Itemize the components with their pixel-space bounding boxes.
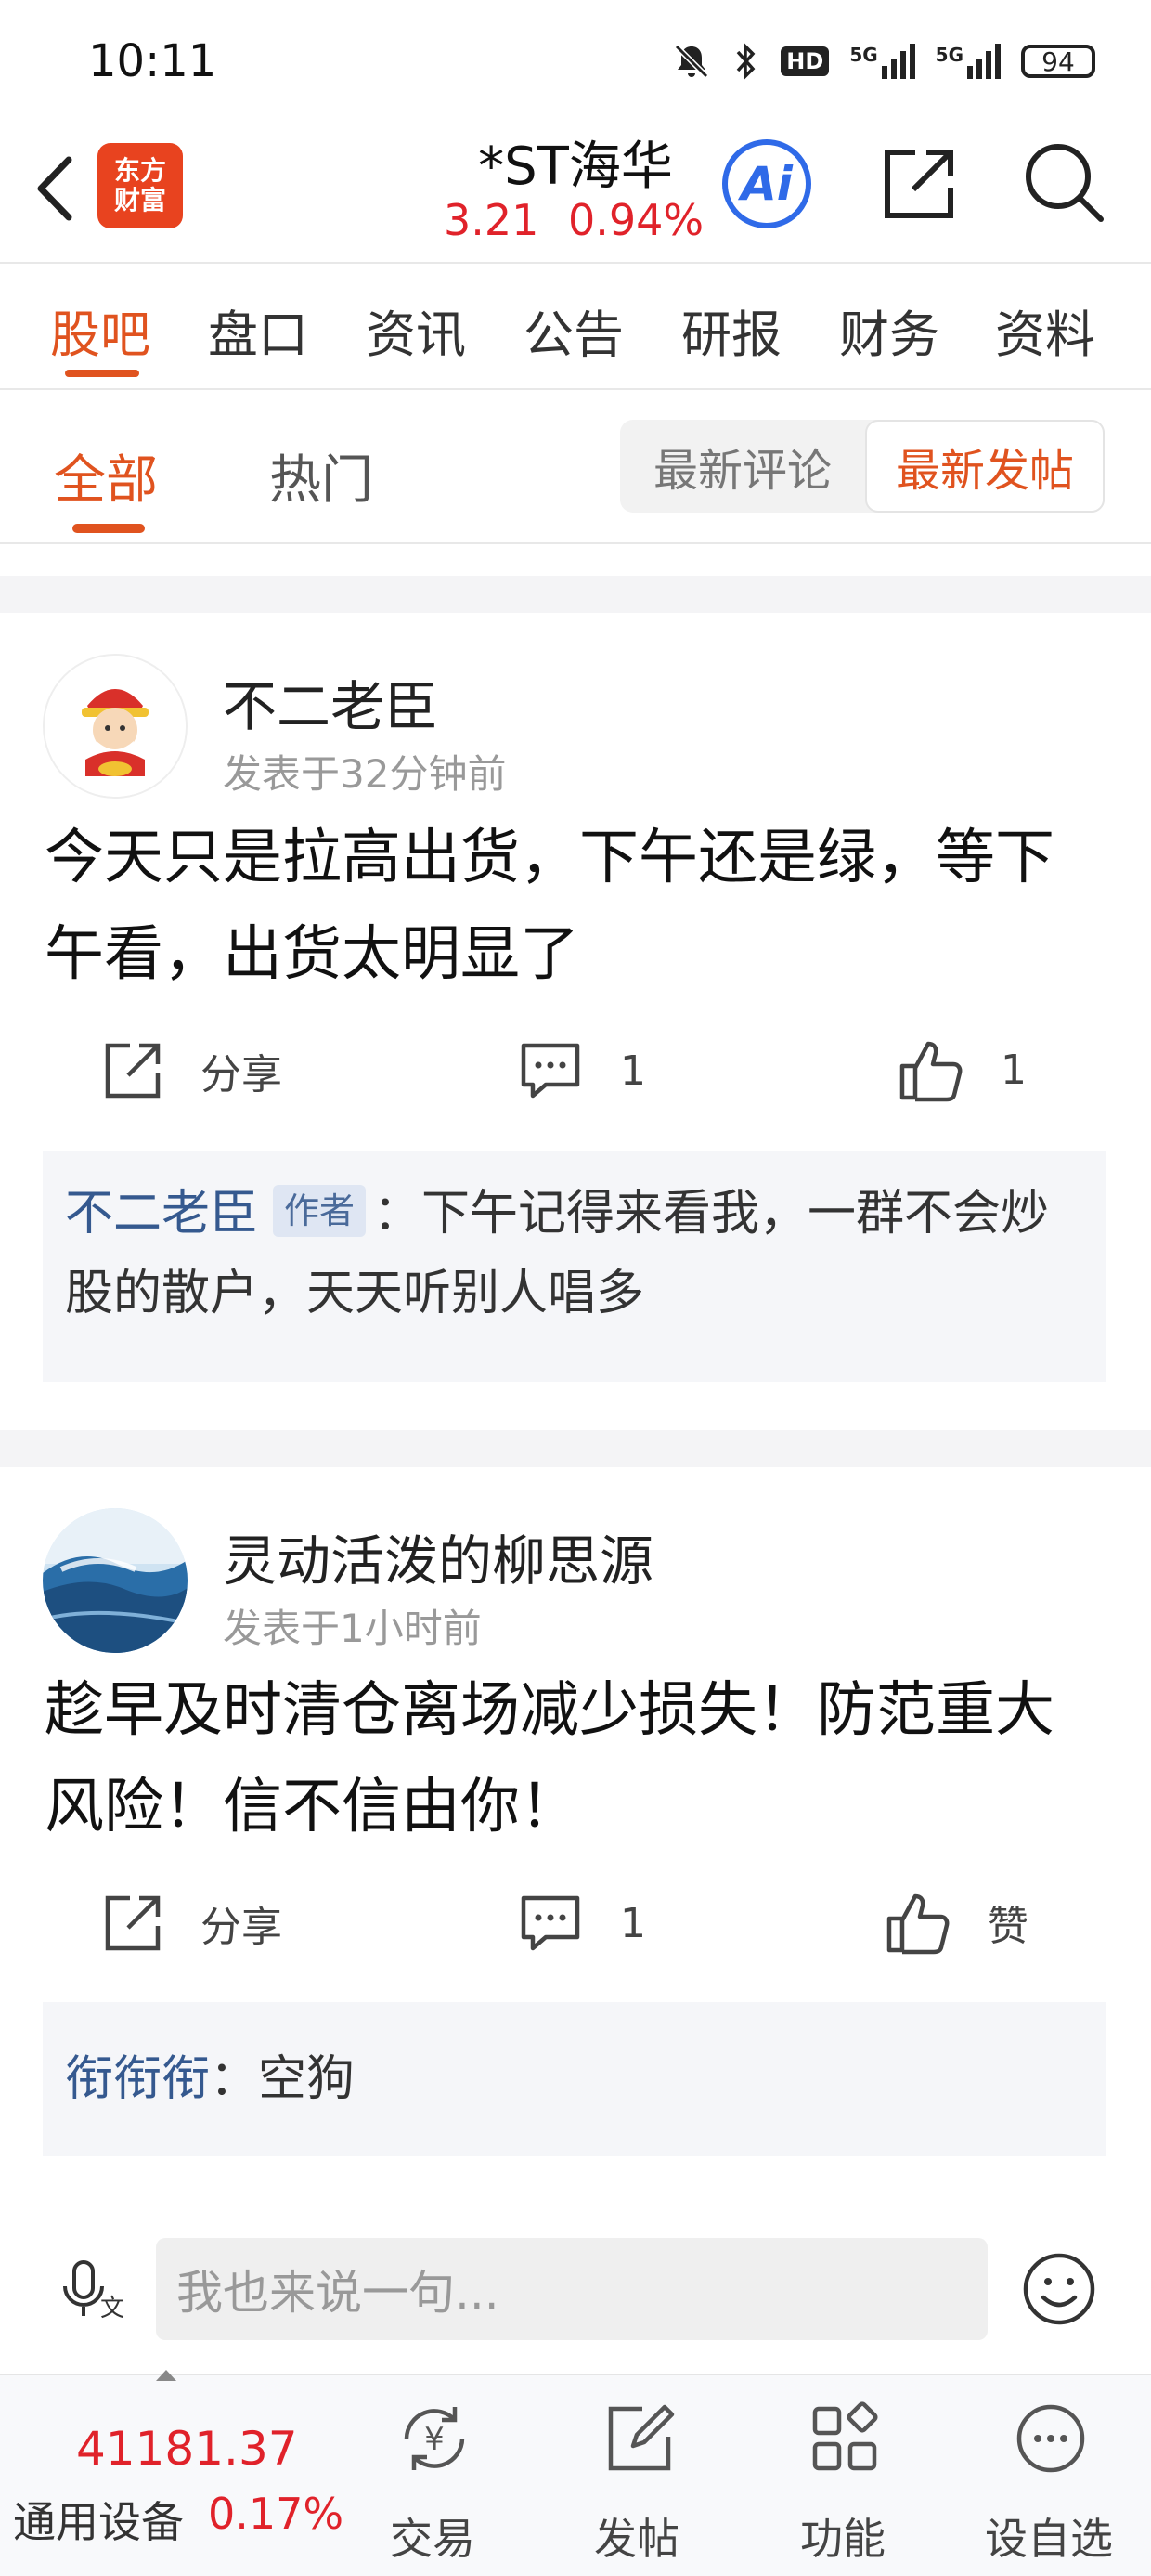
like-action[interactable]: 赞 (884, 1889, 1028, 1956)
section-gap (0, 576, 1151, 613)
avatar[interactable] (43, 654, 188, 799)
ocean-wave-avatar-icon (43, 1508, 188, 1653)
post-body[interactable]: 趁早及时清仓离场减少损失！防范重大风险！信不信由你！ (45, 1662, 1112, 1855)
share-icon[interactable] (878, 143, 960, 225)
yuan-exchange-icon: ¥ (404, 2407, 465, 2470)
main-tabs: 股吧 盘口 资讯 公告 研报 财务 资料 (0, 264, 1151, 388)
thumbs-up-icon (886, 1893, 950, 1955)
active-subtab-underline (72, 524, 145, 533)
chevron-up-icon[interactable] (154, 2368, 178, 2383)
tab-pankou[interactable]: 盘口 (208, 293, 308, 367)
avatar[interactable] (43, 1508, 188, 1653)
section-gap (0, 1430, 1151, 1467)
tab-guba[interactable]: 股吧 (50, 293, 150, 367)
emoji-icon[interactable] (1021, 2251, 1097, 2327)
hd-badge: HD (781, 46, 830, 76)
mute-bell-icon (675, 44, 709, 79)
voice-input-icon[interactable]: 文 (58, 2255, 124, 2325)
post-username[interactable]: 灵动活泼的柳思源 (223, 1517, 653, 1595)
share-icon (105, 1895, 161, 1951)
comment-input[interactable]: 我也来说一句... (156, 2238, 988, 2340)
reply-text: ：空狗 (210, 2051, 356, 2107)
tab-profile[interactable]: 资料 (995, 293, 1095, 367)
nav-functions[interactable]: 功能 (759, 2394, 926, 2564)
post-time: 发表于1小时前 (223, 1606, 482, 1651)
status-bar: 10:11 HD 5G 5G 94 (0, 0, 1151, 130)
active-tab-underline (65, 370, 139, 377)
edit-post-icon (608, 2404, 675, 2471)
subtab-hot[interactable]: 热门 (269, 438, 373, 514)
index-value[interactable]: 41181.37 (76, 2422, 298, 2476)
sort-latest-comment[interactable]: 最新评论 (620, 420, 865, 513)
subtabs-divider (0, 542, 1151, 544)
nav-post[interactable]: 发帖 (553, 2394, 720, 2564)
nav-trade[interactable]: ¥ 交易 (349, 2394, 516, 2564)
ai-assistant-button[interactable]: Ai (722, 139, 811, 228)
search-icon[interactable] (1021, 139, 1106, 225)
comment-icon (521, 1043, 580, 1099)
signal-strength-1: 5G (849, 44, 915, 79)
svg-text:文: 文 (100, 2295, 124, 2322)
grid-apps-icon (812, 2401, 878, 2471)
bluetooth-icon (736, 42, 756, 81)
tab-research[interactable]: 研报 (681, 293, 782, 367)
status-time: 10:11 (88, 35, 217, 87)
comment-icon (521, 1895, 580, 1951)
tab-announcements[interactable]: 公告 (524, 293, 624, 367)
more-dots-icon (1016, 2404, 1085, 2473)
sort-latest-post[interactable]: 最新发帖 (865, 420, 1105, 513)
comment-action[interactable]: 1 (518, 1040, 646, 1101)
stock-header: 东方 财富 *ST海华 3.21 0.94% Ai (0, 121, 1151, 262)
post-body[interactable]: 今天只是拉高出货，下午还是绿，等下午看，出货太明显了 (45, 810, 1112, 1003)
share-action[interactable]: 分享 (102, 1040, 282, 1101)
like-action[interactable]: 1 (897, 1036, 1027, 1103)
stock-change-pct: 0.94% (568, 195, 705, 245)
post-username[interactable]: 不二老臣 (223, 663, 438, 741)
svg-text:¥: ¥ (424, 2421, 445, 2458)
reply-username[interactable]: 不二老臣 (65, 1186, 258, 1242)
battery-indicator: 94 (1021, 45, 1095, 78)
tab-finance[interactable]: 财务 (839, 293, 939, 367)
reply-preview[interactable]: 衔衔衔：空狗 (43, 2002, 1106, 2156)
stock-name: *ST海华 (478, 137, 673, 197)
reply-preview[interactable]: 不二老臣 作者 ：下午记得来看我，一群不会炒股的散户，天天听别人唱多 (43, 1151, 1106, 1382)
subtab-all[interactable]: 全部 (54, 438, 158, 514)
signal-strength-2: 5G (936, 44, 1001, 79)
back-arrow-icon[interactable] (28, 147, 84, 230)
share-action[interactable]: 分享 (102, 1893, 282, 1954)
reply-content: 不二老臣 作者 ：下午记得来看我，一群不会炒股的散户，天天听别人唱多 (65, 1174, 1084, 1334)
index-change[interactable]: 0.17% (208, 2489, 343, 2539)
status-icons: HD 5G 5G 94 (671, 41, 1095, 82)
share-icon (105, 1043, 161, 1099)
index-name[interactable]: 通用设备 (13, 2489, 184, 2550)
nav-add-watchlist[interactable]: 设自选 (965, 2394, 1132, 2564)
sort-toggle: 最新评论 最新发帖 (620, 420, 1105, 513)
post-time: 发表于32分钟前 (223, 751, 507, 797)
reply-username[interactable]: 衔衔衔 (65, 2051, 210, 2107)
reply-content: 衔衔衔：空狗 (65, 2039, 1084, 2119)
stock-price: 3.21 (444, 195, 539, 245)
thumbs-up-icon (899, 1041, 963, 1102)
bottom-nav: 41181.37 通用设备 0.17% ¥ 交易 发帖 功能 设自选 (0, 2370, 1151, 2576)
fortune-god-avatar-icon (45, 656, 186, 797)
author-tag: 作者 (273, 1185, 367, 1237)
app-logo[interactable]: 东方 财富 (97, 143, 183, 228)
comment-action[interactable]: 1 (518, 1893, 646, 1954)
tab-news[interactable]: 资讯 (366, 293, 466, 367)
comment-bar: 文 我也来说一句... (0, 2219, 1151, 2377)
